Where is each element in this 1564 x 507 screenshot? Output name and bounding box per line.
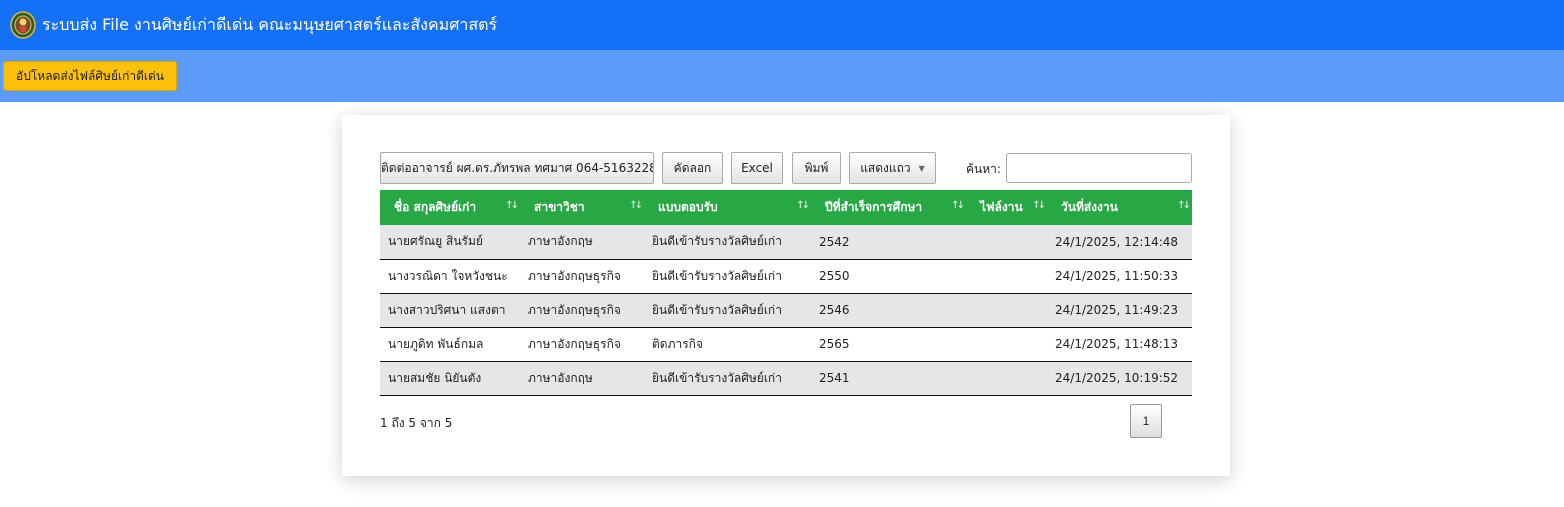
cell-file <box>966 361 1047 395</box>
university-logo-icon <box>10 11 36 39</box>
cell-file <box>966 293 1047 327</box>
rows-dropdown-button[interactable]: แสดงแถว ▼ <box>849 152 936 184</box>
sort-icon: ↑↓ <box>1032 200 1046 211</box>
cell-submit-date: 24/1/2025, 12:14:48 <box>1055 234 1179 249</box>
app-title: ระบบส่ง File งานศิษย์เก่าดีเด่น คณะมนุษย… <box>42 15 498 34</box>
cell-response: ยินดีเข้ารับรางวัลศิษย์เก่า <box>652 234 782 249</box>
excel-button[interactable]: Excel <box>731 152 783 184</box>
cell-major: ภาษาอังกฤษธุรกิจ <box>528 302 621 317</box>
cell-major: ภาษาอังกฤษ <box>528 234 593 249</box>
cell-response: ยินดีเข้ารับรางวัลศิษย์เก่า <box>652 302 782 317</box>
cell-name: นางสาวปริศนา แสงตา <box>388 302 506 317</box>
alumni-table: ชื่อ สกุลศิษย์เก่า ↑↓ สาขาวิชา ↑↓ แบบตอบรั… <box>380 190 1192 396</box>
column-header-name[interactable]: ชื่อ สกุลศิษย์เก่า ↑↓ <box>380 190 520 225</box>
cell-major: ภาษาอังกฤษธุรกิจ <box>528 268 621 283</box>
sort-icon: ↑↓ <box>796 200 810 211</box>
sort-icon: ↑↓ <box>505 200 519 211</box>
cell-response: ยินดีเข้ารับรางวัลศิษย์เก่า <box>652 370 782 385</box>
copy-button[interactable]: คัดลอก <box>662 152 723 184</box>
page-1-button[interactable]: 1 <box>1130 404 1162 438</box>
table-row: นายภูดิท พันธ์กมล ภาษาอังกฤษธุรกิจ ติดภา… <box>380 327 1192 361</box>
cell-file <box>966 259 1047 293</box>
table-row: นายสมชัย นิยันตัง ภาษาอังกฤษ ยินดีเข้ารั… <box>380 361 1192 395</box>
column-header-major[interactable]: สาขาวิชา ↑↓ <box>520 190 644 225</box>
print-button[interactable]: พิมพ์ <box>792 152 841 184</box>
cell-graduation-year: 2542 <box>819 234 850 249</box>
cell-graduation-year: 2546 <box>819 303 850 317</box>
cell-name: นายศรัณยู สินรัมย์ <box>388 234 483 249</box>
cell-submit-date: 24/1/2025, 11:50:33 <box>1055 269 1179 283</box>
search-input[interactable] <box>1006 153 1192 183</box>
table-row: นายศรัณยู สินรัมย์ ภาษาอังกฤษ ยินดีเข้าร… <box>380 225 1192 259</box>
upload-button[interactable]: อัปโหลดส่งไฟล์ศิษย์เก่าดีเด่น <box>3 61 177 91</box>
sort-icon: ↑↓ <box>1177 200 1191 211</box>
cell-graduation-year: 2550 <box>819 269 850 283</box>
search-label: ค้นหา: <box>966 162 1001 176</box>
table-header-row: ชื่อ สกุลศิษย์เก่า ↑↓ สาขาวิชา ↑↓ แบบตอบรั… <box>380 190 1192 225</box>
table-info: 1 ถึง 5 จาก 5 <box>380 416 453 430</box>
cell-response: ยินดีเข้ารับรางวัลศิษย์เก่า <box>652 268 782 283</box>
sort-icon: ↑↓ <box>629 200 643 211</box>
column-header-submit-date[interactable]: วันที่ส่งงาน ↑↓ <box>1047 190 1192 225</box>
action-bar: อัปโหลดส่งไฟล์ศิษย์เก่าดีเด่น <box>0 50 1564 102</box>
column-header-file[interactable]: ไฟล์งาน ↑↓ <box>966 190 1047 225</box>
cell-major: ภาษาอังกฤษ <box>528 370 593 385</box>
app-header: ระบบส่ง File งานศิษย์เก่าดีเด่น คณะมนุษย… <box>0 0 1564 50</box>
cell-file <box>966 327 1047 361</box>
cell-major: ภาษาอังกฤษธุรกิจ <box>528 336 621 351</box>
cell-response: ติดภารกิจ <box>652 336 703 351</box>
caret-down-icon: ▼ <box>918 163 925 173</box>
cell-submit-date: 24/1/2025, 11:49:23 <box>1055 303 1179 317</box>
table-row: นางวรณิดา ใจหวังชนะ ภาษาอังกฤษธุรกิจ ยิน… <box>380 259 1192 293</box>
rows-dropdown-label: แสดงแถว <box>860 161 911 175</box>
cell-graduation-year: 2565 <box>819 337 850 351</box>
cell-submit-date: 24/1/2025, 11:48:13 <box>1055 337 1179 351</box>
cell-name: นายสมชัย นิยันตัง <box>388 370 482 385</box>
cell-submit-date: 24/1/2025, 10:19:52 <box>1055 371 1179 385</box>
sort-icon: ↑↓ <box>951 200 965 211</box>
cell-name: นายภูดิท พันธ์กมล <box>388 336 484 351</box>
column-header-graduation-year[interactable]: ปีที่สำเร็จการศึกษา ↑↓ <box>811 190 966 225</box>
cell-name: นางวรณิดา ใจหวังชนะ <box>388 268 508 283</box>
column-header-response[interactable]: แบบตอบรับ ↑↓ <box>644 190 811 225</box>
cell-file <box>966 225 1047 259</box>
table-row: นางสาวปริศนา แสงตา ภาษาอังกฤษธุรกิจ ยินด… <box>380 293 1192 327</box>
cell-graduation-year: 2541 <box>819 371 850 385</box>
contact-button[interactable]: ติดต่ออาจารย์ ผศ.ดร.ภัทรพล ทศมาศ 064-516… <box>380 152 654 184</box>
